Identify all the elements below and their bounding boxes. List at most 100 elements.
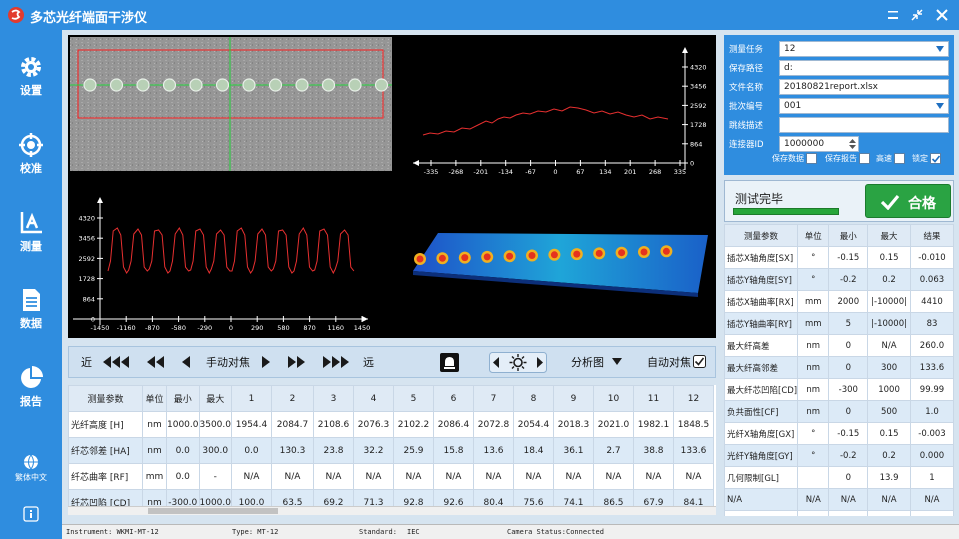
table-header-cell: 最小: [828, 224, 869, 247]
restore-icon[interactable]: [907, 5, 927, 25]
gear-icon: [21, 57, 41, 77]
table-cell: 0: [828, 356, 869, 379]
connector-id-input[interactable]: 1000000: [779, 136, 859, 152]
table-cell: 光纤高度 [H]: [68, 411, 143, 438]
table-cell: N/A: [724, 488, 799, 511]
table-row[interactable]: 负共面性[CF] nm 0 500 1.0: [724, 400, 954, 423]
table-cell: 0.15: [867, 246, 911, 269]
table-cell: 0.0: [231, 437, 272, 464]
tick-label: 1160: [328, 324, 345, 332]
camera-image[interactable]: [70, 37, 392, 171]
table-cell: 1848.5: [673, 411, 714, 438]
table-cell: N/A: [473, 463, 514, 490]
sidebar-item-settings[interactable]: 设置: [0, 54, 62, 114]
analysis-dropdown[interactable]: [612, 358, 622, 365]
lamp-button[interactable]: [440, 353, 459, 372]
minimize-icon[interactable]: [883, 5, 903, 25]
high-speed-checkbox[interactable]: 高速: [876, 153, 905, 164]
table-cell: N/A: [313, 463, 354, 490]
batch-select[interactable]: 001: [779, 98, 949, 114]
table-row[interactable]: N/A N/A N/A N/A N/A: [724, 488, 954, 511]
table-row[interactable]: 纤芯邻差 [HA] nm 0.0 300.0 0.0 130.3 23.8 32.2 25.9 1…: [68, 437, 714, 464]
jumper-desc-input[interactable]: [779, 117, 949, 133]
sidebar-item-data[interactable]: 数据: [0, 287, 62, 347]
target-icon: [19, 133, 43, 157]
table-cell: mm: [797, 312, 830, 335]
close-icon[interactable]: [932, 5, 952, 25]
spinner-icon[interactable]: [849, 138, 856, 150]
table-header-cell: 5: [393, 385, 434, 412]
table-cell: 83: [909, 312, 954, 335]
table-cell: -0.010: [909, 246, 954, 269]
info-button[interactable]: [0, 506, 62, 526]
tick-label: 268: [649, 168, 661, 176]
step-backward-double-button[interactable]: [147, 355, 165, 369]
table-cell: 91: [909, 510, 954, 516]
profile-line-top: [422, 106, 669, 136]
table-cell: N/A: [271, 463, 314, 490]
table-header-cell: 结果: [909, 224, 954, 247]
tick-label: 864: [690, 140, 702, 148]
sidebar-item-label: 校准: [20, 162, 42, 175]
fast-forward-button[interactable]: [323, 355, 349, 369]
table-row[interactable]: 插芯X轴曲率[RX] mm 2000 |-10000| 4410: [724, 290, 954, 313]
table-row[interactable]: 光纤Y轴角度[GY] ° -0.2 0.2 0.000: [724, 444, 954, 467]
table-cell: 0.0: [166, 437, 200, 464]
horizontal-scrollbar[interactable]: [68, 506, 716, 515]
table-cell: 0.2: [867, 444, 911, 467]
table-cell: 光纤Y轴角度[GY]: [724, 444, 799, 467]
fiber-table: 测量参数 单位 最小 最大 1 2 3 4 5 6 7 8 9 10 11 12 光纤高度 [H] nm 1000…: [68, 385, 714, 515]
step-backward-button[interactable]: [182, 355, 191, 369]
table-row[interactable]: 最大纤芯凹陷[CD] nm -300 1000 99.99: [724, 378, 954, 401]
batch-label: 批次编号: [729, 102, 764, 112]
step-forward-double-button[interactable]: [287, 355, 305, 369]
table-row[interactable]: 有效像素比%2310091: [724, 510, 954, 516]
table-cell: nm: [797, 356, 830, 379]
sidebar-item-report[interactable]: 报告: [0, 365, 62, 425]
test-status-panel: 测试完毕 合格: [724, 180, 954, 222]
table-cell: 260.0: [909, 334, 954, 357]
tick-label: 870: [303, 324, 315, 332]
save-report-checkbox[interactable]: 保存报告: [825, 153, 870, 164]
jumper-desc-label: 跳线描述: [729, 121, 764, 131]
table-cell: 1000.0: [166, 411, 200, 438]
lock-checkbox[interactable]: 锁定: [912, 153, 941, 164]
language-switch[interactable]: 繁体中文: [0, 454, 62, 494]
table-row[interactable]: 插芯Y轴曲率[RY] mm 5 |-10000| 83: [724, 312, 954, 335]
fast-backward-button[interactable]: [103, 355, 129, 369]
scrollbar-thumb[interactable]: [148, 508, 278, 514]
file-name-input[interactable]: 20180821report.xlsx: [779, 79, 949, 95]
language-label: 繁体中文: [15, 473, 47, 482]
table-row[interactable]: 几何限制[GL] 0 13.9 1: [724, 466, 954, 489]
table-row[interactable]: 插芯Y轴角度[SY] ° -0.2 0.2 0.063: [724, 268, 954, 291]
tick-label: -580: [171, 324, 186, 332]
table-cell: 2054.4: [513, 411, 554, 438]
table-cell: 13.9: [867, 466, 911, 489]
info-icon: [23, 506, 39, 522]
table-row[interactable]: 光纤X轴角度[GX] ° -0.15 0.15 -0.003: [724, 422, 954, 445]
table-row[interactable]: 最大纤高差 nm 0 N/A 260.0: [724, 334, 954, 357]
table-header-cell: 最大: [198, 385, 232, 412]
sidebar-item-measure[interactable]: 测量: [0, 210, 62, 270]
table-cell: 5: [828, 312, 869, 335]
table-header-cell: 7: [473, 385, 514, 412]
table-header-cell: 最大: [867, 224, 911, 247]
sidebar-item-label: 测量: [20, 240, 42, 253]
sidebar-item-label: 报告: [20, 395, 42, 408]
table-cell: 1000: [867, 378, 911, 401]
table-row[interactable]: 纤芯曲率 [RF] mm 0.0- N/A N/A N/A N/A N/A N/A N/A N/A N…: [68, 463, 714, 490]
save-data-checkbox[interactable]: 保存数据: [772, 153, 817, 164]
table-cell: 纤芯曲率 [RF]: [68, 463, 143, 490]
3d-surface-view[interactable]: [413, 233, 708, 297]
table-row[interactable]: 插芯X轴角度[SX] ° -0.15 0.15 -0.010: [724, 246, 954, 269]
table-cell: 负共面性[CF]: [724, 400, 799, 423]
sidebar-item-calibrate[interactable]: 校准: [0, 132, 62, 192]
light-control[interactable]: [489, 352, 547, 373]
table-row[interactable]: 光纤高度 [H] nm 1000.0 3500.0 1954.4 2084.7 2108.6…: [68, 411, 714, 438]
table-row[interactable]: 最大纤高邻差 nm 0 300 133.6: [724, 356, 954, 379]
save-path-input[interactable]: d:: [779, 60, 949, 76]
table-cell: 2108.6: [313, 411, 354, 438]
auto-focus-checkbox[interactable]: [693, 355, 706, 368]
step-forward-button[interactable]: [261, 355, 270, 369]
task-select[interactable]: 12: [779, 41, 949, 57]
